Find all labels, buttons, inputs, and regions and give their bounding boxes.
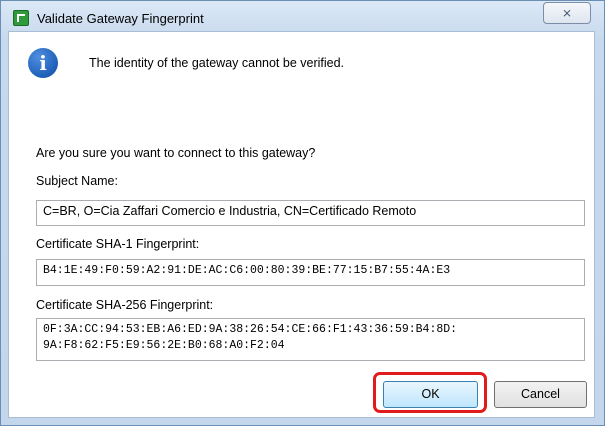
- sha256-fingerprint-label: Certificate SHA-256 Fingerprint:: [36, 298, 214, 312]
- subject-name-field[interactable]: C=BR, O=Cia Zaffari Comercio e Industria…: [36, 200, 585, 226]
- cancel-button[interactable]: Cancel: [494, 381, 587, 408]
- sha256-fingerprint-field[interactable]: 0F:3A:CC:94:53:EB:A6:ED:9A:38:26:54:CE:6…: [36, 318, 585, 361]
- window-title: Validate Gateway Fingerprint: [37, 11, 204, 26]
- info-message: The identity of the gateway cannot be ve…: [89, 56, 345, 70]
- sha1-fingerprint-label: Certificate SHA-1 Fingerprint:: [36, 237, 200, 251]
- subject-name-value: C=BR, O=Cia Zaffari Comercio e Industria…: [43, 204, 417, 218]
- sha256-fingerprint-line-1: 0F:3A:CC:94:53:EB:A6:ED:9A:38:26:54:CE:6…: [43, 323, 458, 336]
- sha1-fingerprint-field[interactable]: B4:1E:49:F0:59:A2:91:DE:AC:C6:00:80:39:B…: [36, 259, 585, 286]
- close-button[interactable]: ⨯: [543, 2, 591, 24]
- sha256-fingerprint-line-2: 9A:F8:62:F5:E9:56:2E:B0:68:A0:F2:04: [43, 339, 285, 352]
- sha1-fingerprint-value: B4:1E:49:F0:59:A2:91:DE:AC:C6:00:80:39:B…: [43, 264, 451, 277]
- app-logo-icon: [13, 10, 29, 26]
- subject-name-label: Subject Name:: [36, 174, 118, 188]
- info-icon: i: [28, 48, 58, 78]
- ok-button-highlight: [373, 372, 487, 413]
- title-bar[interactable]: Validate Gateway Fingerprint ⨯: [1, 1, 604, 31]
- confirmation-question: Are you sure you want to connect to this…: [36, 146, 316, 160]
